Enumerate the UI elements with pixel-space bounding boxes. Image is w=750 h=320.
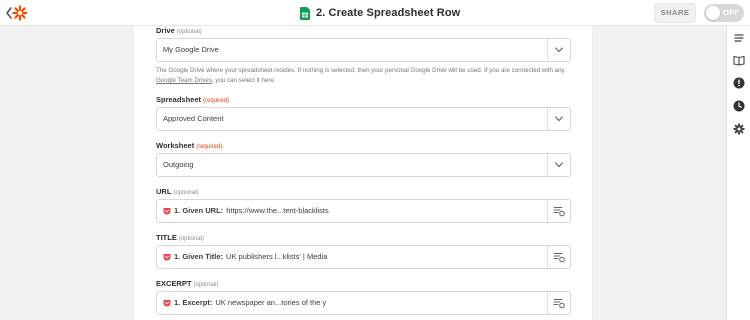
optional-tag: (optional): [173, 190, 199, 196]
toggle-knob: [706, 6, 720, 20]
worksheet-value: Outgoing: [163, 160, 194, 169]
drive-help-text: The Google Drive where your spreadsheet …: [156, 67, 565, 84]
right-sidebar: [726, 26, 750, 320]
chevron-down-icon[interactable]: [554, 161, 564, 169]
pocket-icon: [163, 300, 171, 307]
excerpt-label: EXCERPT (optional): [156, 279, 219, 288]
insert-data-icon[interactable]: [553, 205, 565, 217]
list-icon[interactable]: [733, 32, 745, 44]
step-form-panel: Drive (optional) My Google Drive The Goog…: [133, 26, 593, 320]
insert-data-icon[interactable]: [553, 251, 565, 263]
spreadsheet-select[interactable]: Approved Content: [156, 107, 571, 131]
insert-data-icon[interactable]: [553, 297, 565, 309]
drive-value: My Google Drive: [163, 45, 219, 54]
required-tag: (required): [196, 144, 223, 150]
excerpt-input[interactable]: 1. Excerpt: UK newspaper an...tories of …: [156, 291, 571, 315]
pocket-icon: [163, 254, 171, 261]
required-tag: (required): [203, 98, 230, 104]
google-sheets-icon: [300, 6, 310, 20]
spreadsheet-value: Approved Content: [163, 114, 224, 123]
clock-icon[interactable]: [733, 100, 745, 112]
alert-icon[interactable]: [733, 77, 745, 89]
worksheet-label: Worksheet (required): [156, 141, 223, 150]
share-button[interactable]: SHARE: [654, 3, 696, 23]
zapier-logo-icon[interactable]: [12, 5, 28, 21]
gear-icon[interactable]: [733, 123, 745, 135]
optional-tag: (optional): [193, 282, 219, 288]
url-input[interactable]: 1. Given URL: https://www.the...tent-bla…: [156, 199, 571, 223]
step-title-group: 2. Create Spreadsheet Row: [300, 4, 460, 22]
chevron-down-icon[interactable]: [554, 46, 564, 54]
optional-tag: (optional): [178, 236, 204, 242]
url-label: URL (optional): [156, 187, 199, 196]
on-off-toggle[interactable]: OFF: [704, 4, 744, 22]
optional-tag: (optional): [176, 29, 202, 35]
mapped-field-pill[interactable]: 1. Excerpt: UK newspaper an...tories of …: [163, 292, 326, 314]
top-bar: 2. Create Spreadsheet Row SHARE OFF: [0, 0, 750, 26]
team-drives-link[interactable]: Google Team Drives: [156, 77, 212, 84]
chevron-down-icon[interactable]: [554, 115, 564, 123]
book-icon[interactable]: [733, 54, 745, 66]
drive-label: Drive (optional): [156, 26, 202, 35]
drive-select[interactable]: My Google Drive: [156, 38, 571, 62]
pocket-icon: [163, 208, 171, 215]
worksheet-select[interactable]: Outgoing: [156, 153, 571, 177]
mapped-field-pill[interactable]: 1. Given Title: UK publishers l...klists…: [163, 246, 327, 268]
mapped-field-pill[interactable]: 1. Given URL: https://www.the...tent-bla…: [163, 200, 329, 222]
toggle-label: OFF: [723, 8, 740, 17]
spreadsheet-label: Spreadsheet (required): [156, 95, 230, 104]
title-input[interactable]: 1. Given Title: UK publishers l...klists…: [156, 245, 571, 269]
title-label: TITLE (optional): [156, 233, 204, 242]
page-title: 2. Create Spreadsheet Row: [316, 7, 461, 19]
